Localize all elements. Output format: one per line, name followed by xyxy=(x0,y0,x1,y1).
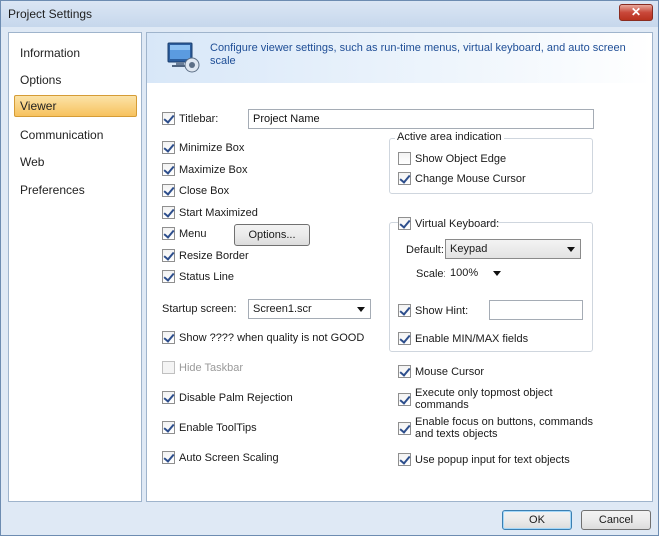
execute-topmost-row[interactable]: Execute only topmost object commands xyxy=(398,387,603,413)
close-box-label: Close Box xyxy=(179,185,230,197)
maximize-box-checkbox[interactable] xyxy=(162,163,175,176)
menu-checkbox[interactable] xyxy=(162,227,175,240)
virtual-keyboard-label: Virtual Keyboard: xyxy=(415,218,500,230)
titlebar-checkbox[interactable] xyxy=(162,112,175,125)
enable-tooltips-label: Enable ToolTips xyxy=(179,422,257,434)
show-object-edge-checkbox[interactable] xyxy=(398,152,411,165)
keyboard-default-label: Default: xyxy=(406,244,444,256)
menu-label: Menu xyxy=(179,228,207,240)
mouse-cursor-checkbox[interactable] xyxy=(398,365,411,378)
sidebar-item-communication[interactable]: Communication xyxy=(14,124,137,146)
sidebar-item-options[interactable]: Options xyxy=(14,69,137,91)
execute-topmost-checkbox[interactable] xyxy=(398,393,411,406)
titlebar-input[interactable] xyxy=(248,109,594,129)
sidebar-item-information[interactable]: Information xyxy=(14,42,137,64)
maximize-box-label: Maximize Box xyxy=(179,164,248,176)
active-area-group: Active area indication Show Object Edge … xyxy=(389,131,593,194)
keyboard-scale-label: Scale: xyxy=(416,268,447,280)
resize-border-label: Resize Border xyxy=(179,250,249,262)
enable-minmax-checkbox[interactable] xyxy=(398,332,411,345)
startup-screen-value: Screen1.scr xyxy=(253,303,312,315)
minimize-box-checkbox[interactable] xyxy=(162,141,175,154)
window-title: Project Settings xyxy=(8,7,93,21)
ok-button[interactable]: OK xyxy=(502,510,572,530)
virtual-keyboard-group: Virtual Keyboard: Default: Keypad Scale:… xyxy=(389,216,593,352)
popup-input-label: Use popup input for text objects xyxy=(415,454,570,466)
hide-taskbar-checkbox[interactable] xyxy=(162,361,175,374)
viewer-settings-icon xyxy=(167,41,201,73)
startup-screen-label: Startup screen: xyxy=(162,303,237,315)
panel-header: Configure viewer settings, such as run-t… xyxy=(147,33,652,83)
change-mouse-cursor-checkbox[interactable] xyxy=(398,172,411,185)
change-mouse-cursor-label: Change Mouse Cursor xyxy=(415,173,526,185)
sidebar-item-preferences[interactable]: Preferences xyxy=(14,179,137,201)
sidebar-item-viewer[interactable]: Viewer xyxy=(14,95,137,117)
status-line-checkbox[interactable] xyxy=(162,270,175,283)
show-quality-checkbox[interactable] xyxy=(162,331,175,344)
chevron-down-icon xyxy=(493,271,501,276)
titlebar-label: Titlebar: xyxy=(179,113,219,125)
show-hint-input[interactable] xyxy=(489,300,583,320)
minimize-box-label: Minimize Box xyxy=(179,142,245,154)
enable-focus-checkbox[interactable] xyxy=(398,422,411,435)
show-object-edge-label: Show Object Edge xyxy=(415,153,507,165)
chevron-down-icon xyxy=(357,307,365,312)
auto-screen-scaling-label: Auto Screen Scaling xyxy=(179,452,279,464)
enable-focus-label: Enable focus on buttons, commands and te… xyxy=(415,416,593,440)
close-box-checkbox[interactable] xyxy=(162,184,175,197)
disable-palm-checkbox[interactable] xyxy=(162,391,175,404)
show-quality-label: Show ???? when quality is not GOOD xyxy=(179,332,365,344)
show-hint-checkbox[interactable] xyxy=(398,304,411,317)
execute-topmost-label: Execute only topmost object commands xyxy=(415,387,553,411)
popup-input-checkbox[interactable] xyxy=(398,453,411,466)
menu-options-button[interactable]: Options... xyxy=(234,224,310,246)
active-area-title: Active area indication xyxy=(395,131,504,143)
cancel-button[interactable]: Cancel xyxy=(581,510,651,530)
close-button[interactable]: ✕ xyxy=(619,4,653,21)
project-settings-window: Project Settings ✕ Information Options V… xyxy=(0,0,659,536)
chevron-down-icon xyxy=(567,247,575,252)
viewer-settings-panel: Configure viewer settings, such as run-t… xyxy=(146,32,653,502)
keyboard-default-value: Keypad xyxy=(450,243,488,255)
virtual-keyboard-checkbox[interactable] xyxy=(398,217,411,230)
virtual-keyboard-row[interactable]: Virtual Keyboard: xyxy=(398,216,499,232)
mouse-cursor-label: Mouse Cursor xyxy=(415,366,485,378)
auto-screen-scaling-checkbox[interactable] xyxy=(162,451,175,464)
start-maximized-checkbox[interactable] xyxy=(162,206,175,219)
status-line-label: Status Line xyxy=(179,271,235,283)
enable-focus-row[interactable]: Enable focus on buttons, commands and te… xyxy=(398,416,603,442)
panel-description: Configure viewer settings, such as run-t… xyxy=(210,42,626,67)
sidebar-item-web[interactable]: Web xyxy=(14,151,137,173)
close-icon: ✕ xyxy=(630,5,642,19)
enable-tooltips-checkbox[interactable] xyxy=(162,421,175,434)
startup-screen-dropdown[interactable]: Screen1.scr xyxy=(248,299,371,319)
keyboard-scale-value: 100% xyxy=(450,267,479,279)
hide-taskbar-label: Hide Taskbar xyxy=(179,362,243,374)
title-bar[interactable]: Project Settings ✕ xyxy=(1,1,658,27)
keyboard-scale-dropdown[interactable]: 100% xyxy=(445,263,507,283)
disable-palm-label: Disable Palm Rejection xyxy=(179,392,293,404)
keyboard-default-dropdown[interactable]: Keypad xyxy=(445,239,581,259)
settings-sidebar: Information Options Viewer Communication… xyxy=(8,32,142,502)
show-hint-label: Show Hint: xyxy=(415,305,469,317)
enable-minmax-label: Enable MIN/MAX fields xyxy=(415,333,529,345)
resize-border-checkbox[interactable] xyxy=(162,249,175,262)
start-maximized-label: Start Maximized xyxy=(179,207,258,219)
